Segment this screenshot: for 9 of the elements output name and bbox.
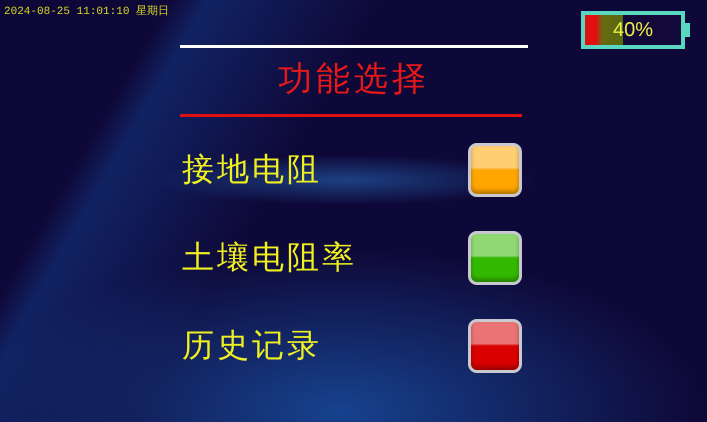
- date-time: 2024-08-25 11:01:10 星期日: [4, 4, 170, 18]
- screen-title: 功能选择: [277, 58, 431, 101]
- menu-label: 土壤电阻率: [182, 237, 357, 278]
- menu-button[interactable]: [468, 143, 522, 197]
- menu-button[interactable]: [468, 231, 522, 285]
- menu-label: 历史记录: [182, 325, 322, 366]
- menu-button[interactable]: [468, 319, 522, 373]
- menu-label: 接地电阻: [182, 149, 322, 190]
- battery-percent: 40%: [612, 18, 654, 42]
